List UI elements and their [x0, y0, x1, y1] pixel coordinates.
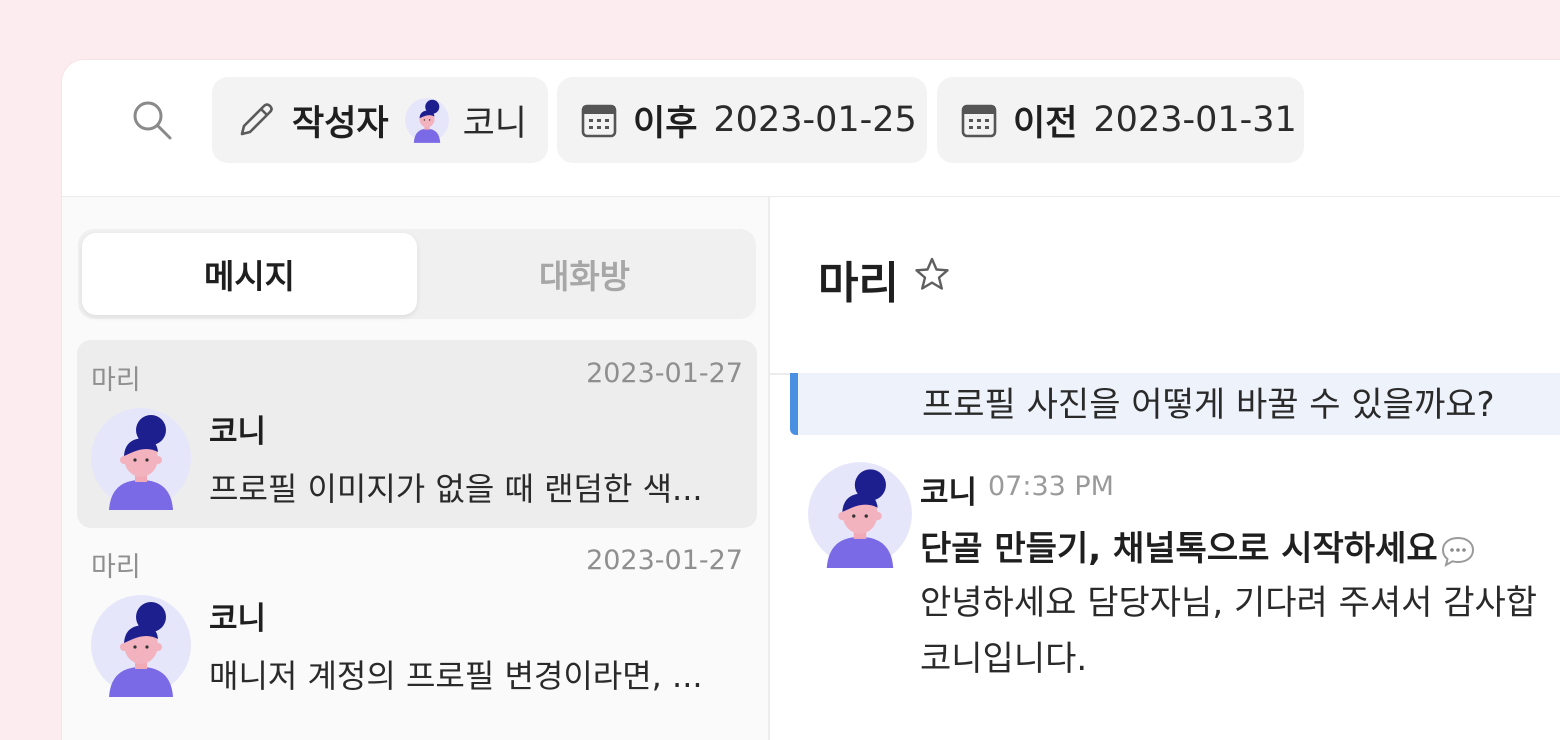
avatar [404, 97, 449, 143]
after-date-filter-chip[interactable]: 이후 2023-01-25 [557, 77, 927, 163]
result-date: 2023-01-27 [586, 358, 743, 389]
avatar [91, 408, 191, 510]
before-filter-value: 2023-01-31 [1093, 100, 1297, 140]
speech-bubble-icon [1441, 536, 1474, 567]
message-author: 코니 [920, 475, 978, 511]
message-time: 07:33 PM [988, 471, 1114, 502]
author-filter-label: 작성자 [292, 103, 389, 144]
calendar-icon [959, 100, 999, 140]
result-author: 코니 [209, 414, 267, 450]
result-room-name: 마리 [91, 552, 141, 583]
conversation-pane: 마리 프로필 사진을 어떻게 바꿀 수 있을까요? 코니 07:33 PM 단골… [770, 197, 1560, 740]
search-window: 작성자 코니 이후 2023-01-25 이전 2023-01-31 메시지 대… [62, 60, 1560, 740]
result-item[interactable]: 마리 2023-01-27 코니 매니저 계정의 프로필 변경이라면, ... [77, 527, 757, 715]
before-filter-label: 이전 [1013, 103, 1078, 144]
message-body-line: 코니입니다. [920, 639, 1088, 679]
filter-bar: 작성자 코니 이후 2023-01-25 이전 2023-01-31 [62, 60, 1560, 197]
after-filter-label: 이후 [633, 103, 698, 144]
calendar-icon [579, 100, 619, 140]
result-snippet: 매니저 계정의 프로필 변경이라면, ... [209, 657, 703, 695]
result-author: 코니 [209, 601, 267, 637]
author-filter-value: 코니 [462, 103, 528, 144]
before-date-filter-chip[interactable]: 이전 2023-01-31 [937, 77, 1304, 163]
result-type-segmented-control: 메시지 대화방 [78, 229, 756, 319]
after-filter-value: 2023-01-25 [713, 100, 917, 140]
quoted-message: 프로필 사진을 어떻게 바꿀 수 있을까요? [790, 373, 1560, 435]
tab-messages[interactable]: 메시지 [82, 233, 417, 315]
results-pane: 메시지 대화방 마리 2023-01-27 코니 프로필 이미지가 없을 때 랜… [62, 197, 770, 740]
message-body-line: 안녕하세요 담당자님, 기다려 주셔서 감사합 [920, 583, 1538, 623]
result-date: 2023-01-27 [586, 545, 743, 576]
message-title: 단골 만들기, 채널톡으로 시작하세요 [920, 521, 1476, 570]
message-title-text: 단골 만들기, 채널톡으로 시작하세요 [920, 529, 1438, 569]
avatar [808, 462, 912, 568]
pencil-icon [234, 98, 278, 142]
conversation-title: 마리 [818, 258, 899, 309]
star-icon[interactable] [912, 255, 952, 295]
quoted-message-text: 프로필 사진을 어떻게 바꿀 수 있을까요? [922, 385, 1495, 425]
conversation-header: 마리 [770, 197, 1560, 375]
result-item[interactable]: 마리 2023-01-27 코니 프로필 이미지가 없을 때 랜덤한 색... [77, 340, 757, 528]
tab-chatrooms[interactable]: 대화방 [417, 233, 752, 315]
avatar [91, 595, 191, 697]
author-filter-chip[interactable]: 작성자 코니 [212, 77, 548, 163]
result-room-name: 마리 [91, 365, 141, 396]
result-snippet: 프로필 이미지가 없을 때 랜덤한 색... [209, 470, 703, 508]
search-icon[interactable] [130, 98, 174, 142]
